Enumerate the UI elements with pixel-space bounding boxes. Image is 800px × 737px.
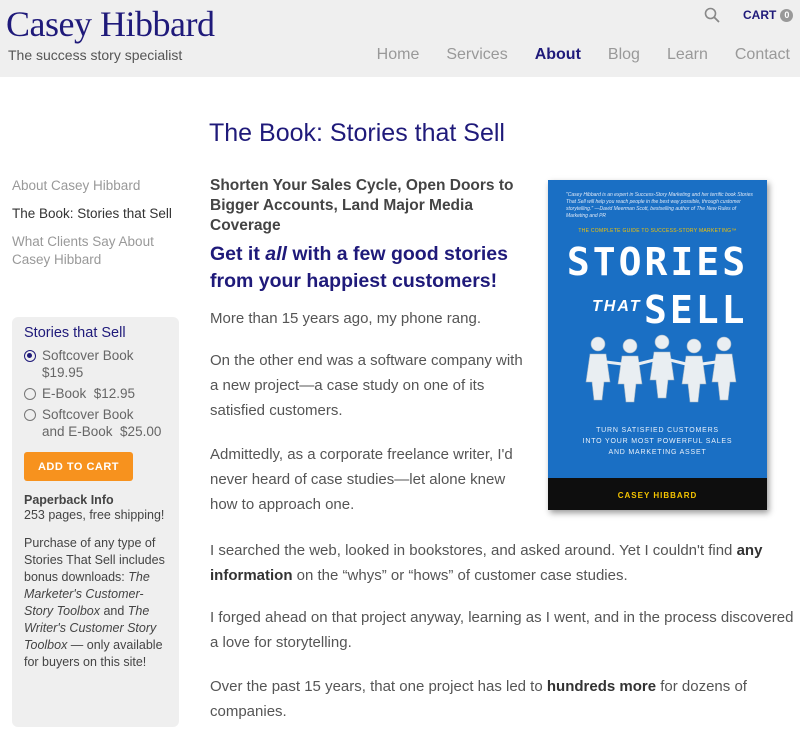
- book-cover-image[interactable]: "Casey Hibbard is an expert in Success-S…: [548, 180, 767, 510]
- search-icon[interactable]: [704, 7, 720, 23]
- site-tagline: The success story specialist: [8, 47, 183, 63]
- headline-emphasis: all: [265, 243, 287, 265]
- sidebar-nav: About Casey Hibbard The Book: Stories th…: [12, 177, 182, 279]
- option-softcover-name: Softcover Book: [42, 348, 134, 363]
- paragraph-1: More than 15 years ago, my phone rang.: [210, 310, 481, 327]
- cover-quote: "Casey Hibbard is an expert in Success-S…: [566, 192, 753, 219]
- book-subheading: Shorten Your Sales Cycle, Open Doors to …: [210, 177, 514, 234]
- option-bundle-name: Softcover Book: [42, 407, 134, 422]
- book-headline: Get it all with a few good stories from …: [210, 241, 530, 295]
- purchase-box-title: Stories that Sell: [24, 325, 126, 341]
- radio-ebook[interactable]: [24, 388, 36, 400]
- sidebar-item-about[interactable]: About Casey Hibbard: [12, 177, 182, 195]
- paragraph-4-text-c: on the “whys” or “hows” of customer case…: [292, 567, 628, 584]
- headline-part-1: Get it: [210, 243, 266, 265]
- nav-learn[interactable]: Learn: [667, 46, 708, 64]
- cover-title-that: THAT: [592, 298, 642, 315]
- sidebar-item-testimonials[interactable]: What Clients Say About Casey Hibbard: [12, 233, 182, 269]
- radio-bundle[interactable]: [24, 409, 36, 421]
- bonus-downloads-text: Purchase of any type of Stories That Sel…: [24, 535, 167, 671]
- nav-about[interactable]: About: [535, 46, 581, 64]
- site-header: Casey Hibbard The success story speciali…: [0, 0, 800, 77]
- nav-contact[interactable]: Contact: [735, 46, 790, 64]
- option-ebook[interactable]: E-Book $12.95: [24, 385, 167, 402]
- paragraph-6-text-a: Over the past 15 years, that one project…: [210, 678, 547, 695]
- cover-subtitle-line-2: INTO YOUR MOST POWERFUL SALES: [582, 438, 733, 445]
- option-bundle[interactable]: Softcover Book and E-Book $25.00: [24, 406, 167, 440]
- cover-author: CASEY HIBBARD: [617, 491, 698, 500]
- cover-title-sell: SELL: [644, 288, 748, 332]
- cover-subtitle-line-1: TURN SATISFIED CUSTOMERS: [596, 427, 719, 434]
- paperback-info-text: 253 pages, free shipping!: [24, 508, 165, 522]
- cart-link[interactable]: CART 0: [743, 8, 794, 22]
- nav-blog[interactable]: Blog: [608, 46, 640, 64]
- paragraph-5: I forged ahead on that project anyway, l…: [210, 609, 794, 651]
- cover-subtitle-line-3: AND MARKETING ASSET: [608, 449, 707, 456]
- cover-paper-people-illustration: [585, 334, 737, 403]
- paragraph-6-bold: hundreds more: [546, 678, 657, 695]
- nav-home[interactable]: Home: [377, 46, 420, 64]
- paragraph-3: Admittedly, as a corporate freelance wri…: [210, 446, 513, 513]
- nav-services[interactable]: Services: [446, 46, 507, 64]
- bonus-text-2: and: [99, 604, 128, 618]
- sidebar-item-the-book[interactable]: The Book: Stories that Sell: [12, 205, 182, 223]
- paragraph-4-text-a: I searched the web, looked in bookstores…: [210, 542, 737, 559]
- option-softcover-label: Softcover Book $19.95: [42, 347, 134, 381]
- cart-label: CART: [743, 8, 777, 22]
- option-bundle-label: Softcover Book and E-Book $25.00: [42, 406, 161, 440]
- cover-subtitle: TURN SATISFIED CUSTOMERS INTO YOUR MOST …: [548, 425, 767, 458]
- cart-count-badge: 0: [780, 8, 794, 22]
- cover-title-stories: STORIES: [566, 240, 749, 284]
- add-to-cart-button[interactable]: ADD TO CART: [24, 452, 133, 481]
- option-softcover[interactable]: Softcover Book $19.95: [24, 347, 167, 381]
- paragraph-4: I searched the web, looked in bookstores…: [210, 538, 790, 588]
- main-nav: Home Services About Blog Learn Contact: [350, 46, 800, 64]
- option-ebook-label: E-Book $12.95: [42, 386, 136, 401]
- paperback-info-title: Paperback Info: [24, 493, 114, 507]
- radio-softcover[interactable]: [24, 350, 36, 362]
- paragraph-2: On the other end was a software company …: [210, 352, 523, 419]
- option-softcover-price: $19.95: [42, 365, 84, 380]
- purchase-box: Stories that Sell Softcover Book $19.95 …: [12, 317, 179, 727]
- cover-guide-line: THE COMPLETE GUIDE TO SUCCESS-STORY MARK…: [578, 228, 737, 234]
- option-bundle-price: and E-Book $25.00: [42, 424, 162, 439]
- site-logo[interactable]: Casey Hibbard: [6, 3, 215, 45]
- page-title: The Book: Stories that Sell: [209, 119, 505, 147]
- paragraph-6: Over the past 15 years, that one project…: [210, 674, 790, 724]
